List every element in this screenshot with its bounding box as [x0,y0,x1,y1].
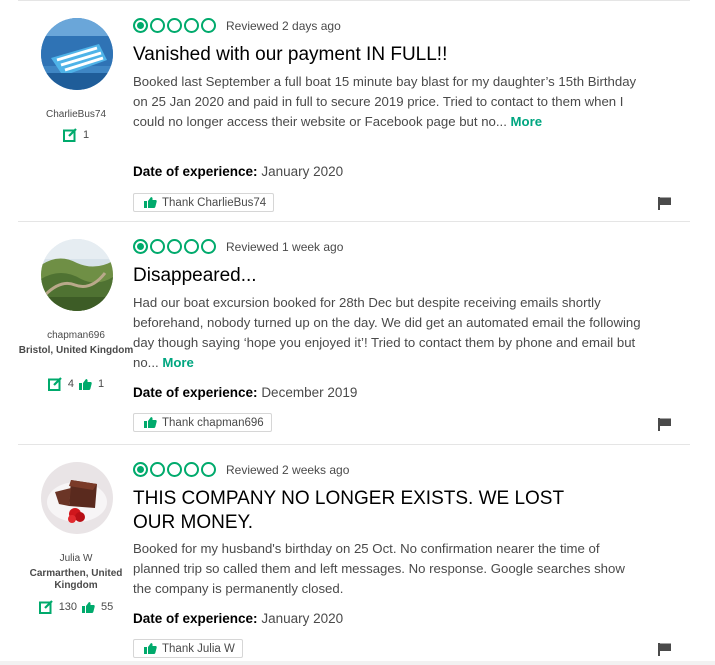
reviewed-date: Reviewed 2 weeks ago [226,462,350,477]
date-of-experience: Date of experience: January 2020 [133,164,343,179]
review-count: 1 [62,128,90,142]
rating-bubble-empty [150,239,165,254]
thumbs-up-icon [144,417,157,428]
experience-label: Date of experience: [133,611,258,626]
thumbs-up-icon [144,197,157,208]
rating-bubble-empty [167,18,182,33]
pencil-note-icon [47,377,62,391]
review-count-value: 1 [82,129,90,141]
reviewer-username[interactable]: CharlieBus74 [18,109,134,120]
avatar-cake-image [41,462,113,534]
review-title[interactable]: Vanished with our payment IN FULL!! [133,43,673,67]
flag-icon[interactable] [658,418,672,431]
reviewer-location: Bristol, United Kingdom [18,345,134,356]
rating-bubble-filled [133,462,148,477]
rating-bubble-empty [201,462,216,477]
pencil-note-icon [38,600,53,614]
avatar-boat-image [41,18,113,90]
rating-bubble-empty [201,18,216,33]
review-card: chapman696 Bristol, United Kingdom 4 1 R… [18,222,690,445]
flag-icon[interactable] [658,643,672,656]
review-title[interactable]: THIS COMPANY NO LONGER EXISTS. WE LOST O… [133,487,603,535]
helpful-votes-value: 1 [98,378,105,390]
rating-bubble-empty [184,239,199,254]
review-text: Booked last September a full boat 15 min… [133,74,637,129]
helpful-votes-value: 55 [101,601,114,613]
thumbs-up-icon [144,643,157,654]
thank-button[interactable]: Thank chapman696 [133,413,272,432]
more-link[interactable]: More [511,114,543,129]
rating-bubble-filled [133,18,148,33]
page-bottom-edge [0,661,715,665]
review-body: Booked for my husband's birthday on 25 O… [133,539,643,599]
thank-button[interactable]: Thank CharlieBus74 [133,193,275,212]
review-text: Had our boat excursion booked for 28th D… [133,295,641,370]
rating-row: Reviewed 2 weeks ago [133,462,349,477]
experience-value: January 2020 [261,611,344,626]
review-count-value: 4 [67,378,74,390]
date-of-experience: Date of experience: January 2020 [133,611,343,626]
reviewer-stats: 130 55 [18,600,134,614]
review-card: Julia W Carmarthen, United Kingdom 130 5… [18,445,690,665]
review-text: Booked for my husband's birthday on 25 O… [133,541,625,596]
thank-label: Thank Julia W [162,642,235,655]
reviewer-username[interactable]: chapman696 [18,330,134,341]
rating-bubble-empty [184,462,199,477]
reviewed-date: Reviewed 1 week ago [226,239,344,254]
thumbs-up-icon [82,601,95,613]
date-of-experience: Date of experience: December 2019 [133,385,357,400]
rating-row: Reviewed 2 days ago [133,18,341,33]
experience-label: Date of experience: [133,385,258,400]
bubble-rating [133,239,216,254]
review-count: 130 [38,600,78,614]
rating-bubble-empty [167,462,182,477]
experience-label: Date of experience: [133,164,258,179]
rating-bubble-filled [133,239,148,254]
thumbs-up-icon [79,378,92,390]
experience-value: December 2019 [261,385,358,400]
avatar[interactable] [41,239,113,311]
reviewer-location: Carmarthen, United Kingdom [29,568,123,591]
reviewer-username[interactable]: Julia W [18,553,134,564]
avatar[interactable] [41,462,113,534]
avatar[interactable] [41,18,113,90]
more-link[interactable]: More [162,355,194,370]
rating-bubble-empty [150,462,165,477]
reviewer-stats: 4 1 [18,377,134,391]
review-count: 4 [47,377,74,391]
thank-label: Thank chapman696 [162,416,264,429]
review-card: CharlieBus74 1 Reviewed 2 days ago Vanis… [18,0,690,222]
review-body: Had our boat excursion booked for 28th D… [133,293,643,373]
bubble-rating [133,18,216,33]
bubble-rating [133,462,216,477]
review-count-value: 130 [58,601,78,613]
thank-button[interactable]: Thank Julia W [133,639,243,658]
review-title[interactable]: Disappeared... [133,264,673,288]
experience-value: January 2020 [261,164,344,179]
reviewer-stats: 1 [18,128,134,142]
review-body: Booked last September a full boat 15 min… [133,72,643,132]
rating-bubble-empty [184,18,199,33]
rating-bubble-empty [201,239,216,254]
rating-bubble-empty [167,239,182,254]
helpful-votes: 55 [82,601,113,613]
reviewed-date: Reviewed 2 days ago [226,18,341,33]
avatar-great-wall-image [41,239,113,311]
pencil-note-icon [62,128,77,142]
thank-label: Thank CharlieBus74 [162,196,267,209]
rating-bubble-empty [150,18,165,33]
helpful-votes: 1 [79,378,104,390]
rating-row: Reviewed 1 week ago [133,239,343,254]
flag-icon[interactable] [658,197,672,210]
